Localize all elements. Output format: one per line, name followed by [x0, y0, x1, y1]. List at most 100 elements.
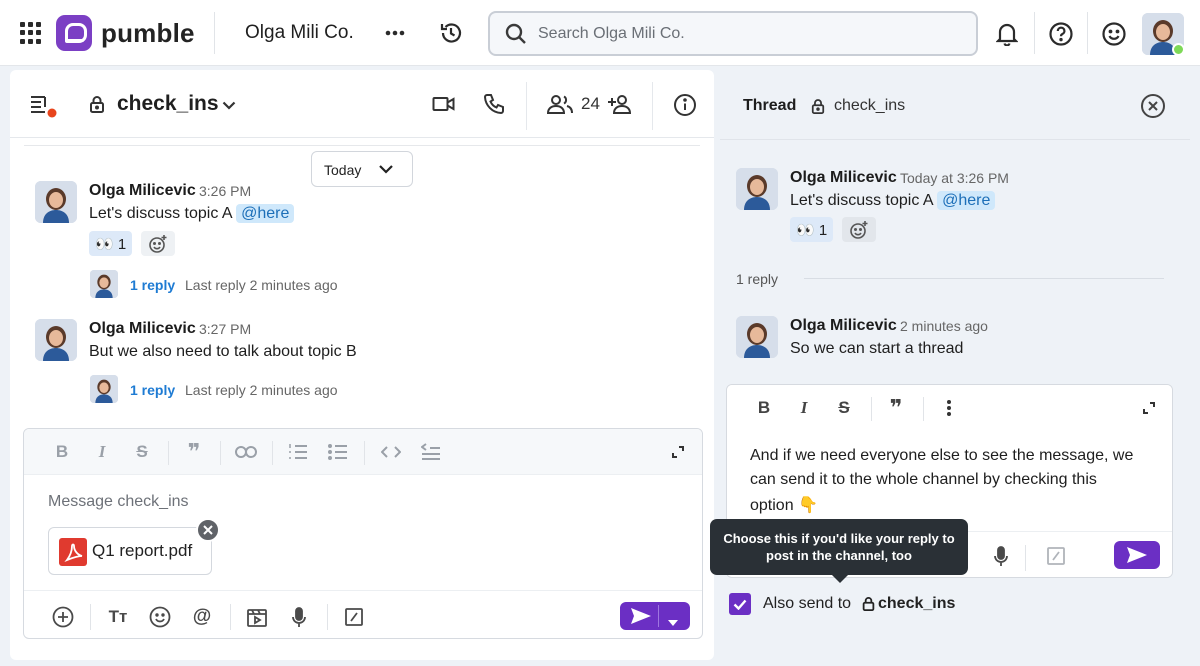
numbered-list-icon[interactable] — [287, 441, 309, 463]
send-options-chevron-icon[interactable] — [668, 613, 678, 631]
message-time: Today at 3:26 PM — [900, 170, 1009, 186]
bold-icon[interactable]: B — [753, 397, 775, 419]
italic-icon[interactable]: I — [793, 397, 815, 419]
bullet-list-icon[interactable] — [327, 441, 349, 463]
author-avatar[interactable] — [35, 319, 77, 361]
add-reaction-button[interactable] — [842, 217, 876, 242]
divider — [220, 441, 221, 465]
mention-icon[interactable]: @ — [190, 605, 214, 629]
reply-avatar — [90, 375, 118, 403]
message-time: 3:27 PM — [199, 321, 252, 337]
divider — [652, 82, 653, 130]
expand-icon[interactable] — [667, 441, 689, 463]
search-box[interactable] — [488, 11, 978, 56]
date-divider-dropdown[interactable]: Today — [311, 151, 413, 187]
more-formatting-icon[interactable] — [938, 397, 960, 419]
close-thread-icon[interactable] — [1141, 94, 1165, 118]
message-time: 2 minutes ago — [900, 318, 988, 334]
remove-attachment-icon[interactable] — [196, 518, 220, 542]
also-send-channel: check_ins — [878, 595, 956, 612]
app-logo[interactable]: pumble — [56, 15, 195, 51]
composer-actions-bar: Tт @ — [24, 590, 702, 638]
composer-editor[interactable]: And if we need everyone else to see the … — [727, 431, 1172, 531]
channel-panel: check_ins 24 Today Olga Milicevic 3:26 P… — [10, 70, 714, 660]
app-name: pumble — [101, 17, 195, 48]
bold-icon[interactable]: B — [51, 441, 73, 463]
code-block-icon[interactable] — [420, 441, 442, 463]
message-author[interactable]: Olga Milicevic — [790, 169, 897, 187]
workspace-name[interactable]: Olga Mili Co. — [245, 22, 354, 44]
author-avatar[interactable] — [736, 168, 778, 210]
more-options-icon[interactable] — [384, 22, 406, 44]
message-author[interactable]: Olga Milicevic — [89, 182, 196, 200]
thread-channel-name[interactable]: check_ins — [834, 97, 905, 115]
expand-icon[interactable] — [1138, 397, 1160, 419]
slash-command-icon[interactable] — [1044, 544, 1068, 568]
add-attachment-icon[interactable] — [51, 605, 75, 629]
slash-command-icon[interactable] — [342, 605, 366, 629]
italic-icon[interactable]: I — [91, 441, 113, 463]
reply-avatar — [90, 270, 118, 298]
send-icon — [630, 607, 652, 630]
sidebar-toggle-icon[interactable] — [29, 93, 57, 119]
history-icon[interactable] — [438, 20, 464, 46]
video-clip-icon[interactable] — [245, 605, 269, 629]
message-author[interactable]: Olga Milicevic — [89, 320, 196, 338]
date-label: Today — [324, 162, 362, 178]
video-call-icon[interactable] — [432, 94, 456, 114]
divider — [90, 604, 91, 630]
phone-call-icon[interactable] — [482, 92, 506, 116]
chevron-down-icon[interactable] — [220, 97, 238, 113]
reply-count-link[interactable]: 1 reply — [130, 382, 175, 398]
apps-grid-icon[interactable] — [20, 22, 42, 44]
send-button[interactable] — [620, 602, 690, 630]
message-body: Let's discuss topic A — [89, 205, 232, 222]
emoji-icon[interactable] — [148, 605, 172, 629]
quote-icon[interactable]: ❞ — [885, 395, 907, 420]
attachment-name: Q1 report.pdf — [92, 541, 193, 560]
text-format-icon[interactable]: Tт — [106, 605, 130, 629]
thread-reply-count: 1 reply — [736, 271, 779, 287]
strikethrough-icon[interactable]: S — [833, 397, 855, 419]
message-author[interactable]: Olga Milicevic — [790, 317, 897, 335]
microphone-icon[interactable] — [989, 544, 1013, 568]
message-body: Let's discuss topic A — [790, 192, 933, 209]
code-icon[interactable] — [380, 441, 402, 463]
reaction-eyes[interactable]: 👀 1 — [89, 231, 133, 256]
message-text: But we also need to talk about topic B — [89, 343, 357, 360]
chevron-down-icon — [378, 162, 394, 178]
microphone-icon[interactable] — [287, 605, 311, 629]
add-member-icon[interactable] — [606, 92, 636, 116]
search-input[interactable] — [538, 13, 958, 54]
add-reaction-button[interactable] — [141, 231, 175, 256]
author-avatar[interactable] — [35, 181, 77, 223]
search-icon — [504, 22, 528, 51]
members-icon[interactable] — [545, 92, 575, 116]
mention-tag[interactable]: @here — [236, 204, 295, 223]
tooltip-line: Choose this if you'd like your reply to — [723, 531, 955, 546]
help-icon[interactable] — [1048, 21, 1074, 47]
channel-name[interactable]: check_ins — [117, 92, 219, 116]
link-icon[interactable] — [235, 441, 257, 463]
channel-header: check_ins 24 — [10, 70, 714, 138]
also-send-label[interactable]: Also send to — [763, 595, 851, 613]
channel-info-icon[interactable] — [672, 92, 698, 118]
reaction-eyes[interactable]: 👀 1 — [790, 217, 834, 242]
strikethrough-icon[interactable]: S — [131, 441, 153, 463]
reply-count-link[interactable]: 1 reply — [130, 277, 175, 293]
message-text: So we can start a thread — [790, 340, 964, 357]
divider — [871, 397, 872, 421]
attachment-chip[interactable]: Q1 report.pdf — [48, 527, 212, 575]
composer-placeholder[interactable]: Message check_ins — [48, 493, 189, 511]
emoji-status-icon[interactable] — [1101, 21, 1127, 47]
member-count[interactable]: 24 — [581, 94, 600, 114]
divider — [1087, 12, 1088, 54]
draft-line: can send it to the whole channel by chec… — [750, 471, 1097, 488]
notifications-bell-icon[interactable] — [995, 21, 1019, 47]
top-bar: pumble Olga Mili Co. — [0, 0, 1200, 66]
author-avatar[interactable] — [736, 316, 778, 358]
quote-icon[interactable]: ❞ — [183, 439, 205, 464]
mention-tag[interactable]: @here — [937, 191, 996, 210]
send-button[interactable] — [1114, 541, 1160, 569]
also-send-checkbox[interactable] — [729, 593, 751, 615]
